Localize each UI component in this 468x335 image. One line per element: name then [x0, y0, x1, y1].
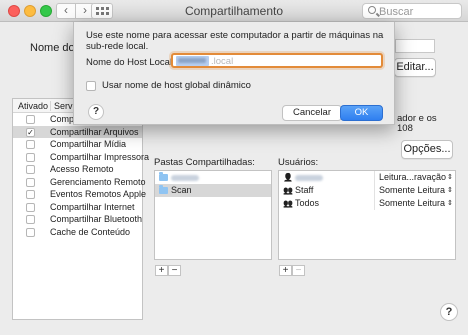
sheet-description: Use este nome para acessar este computad… [86, 30, 384, 52]
folder-icon [159, 172, 168, 181]
column-divider [374, 197, 375, 210]
shared-folders-list[interactable]: Scan [154, 170, 272, 260]
enabled-column-header[interactable]: Ativado [18, 101, 48, 111]
service-row[interactable]: Compartilhar Impressora [13, 151, 149, 164]
options-button[interactable]: Opções... [401, 140, 453, 159]
service-row[interactable]: Eventos Remotos Apple [13, 188, 146, 201]
service-checkbox[interactable] [26, 165, 35, 174]
cancel-button[interactable]: Cancelar [282, 105, 342, 121]
user-label: Staff [295, 185, 314, 195]
add-user-button[interactable]: + [279, 265, 292, 276]
service-label: Compartilhar Bluetooth [50, 214, 143, 224]
user-row[interactable]: 👤 Leitura...ravação ⇕ [279, 171, 455, 184]
service-checkbox[interactable] [26, 140, 35, 149]
search-placeholder: Buscar [379, 6, 414, 18]
service-row[interactable]: Acesso Remoto [13, 163, 142, 176]
permission-popup[interactable]: Somente Leitura ⇕ [379, 184, 453, 197]
person-icon: 👤 [283, 173, 293, 182]
service-checkbox[interactable] [26, 152, 35, 162]
global-hostname-label[interactable]: Usar nome de host global dinâmico [102, 80, 251, 91]
hostname-sheet: Use este nome para acessar este computad… [73, 22, 395, 125]
group-icon: 👥 [283, 186, 293, 195]
redacted-text [295, 174, 323, 181]
service-checkbox[interactable] [26, 215, 35, 224]
user-row[interactable]: 👥 Staff Somente Leitura ⇕ [279, 184, 455, 197]
service-checkbox[interactable] [26, 115, 35, 124]
folder-row[interactable]: Scan [155, 184, 271, 197]
service-label: Compartilhar Impressora [50, 151, 150, 162]
updown-chevron-icon: ⇕ [447, 174, 453, 181]
search-icon [368, 6, 376, 14]
permission-label: Somente Leitura [379, 185, 446, 195]
service-label: Gerenciamento Remoto [50, 176, 146, 187]
service-label: Compartilhar Mídia [50, 139, 127, 149]
services-list[interactable]: Ativado Serviço Compartilhar Tela✓Compar… [12, 98, 149, 320]
folder-label [171, 171, 199, 184]
remove-user-button[interactable]: − [292, 265, 305, 276]
global-hostname-checkbox[interactable] [86, 81, 96, 91]
service-checkbox[interactable] [26, 190, 35, 199]
title-bar: ‹ › Compartilhamento Buscar [0, 0, 468, 22]
computer-name-field[interactable] [395, 39, 435, 53]
folder-row[interactable] [155, 171, 271, 184]
service-row[interactable]: Cache de Conteúdo [13, 226, 142, 239]
service-checkbox[interactable] [26, 202, 35, 212]
redacted-text [171, 174, 199, 181]
service-row[interactable]: Compartilhar Bluetooth [13, 213, 142, 226]
services-rows: Compartilhar Tela✓Compartilhar ArquivosC… [13, 113, 149, 239]
help-button[interactable]: ? [440, 303, 458, 321]
folder-label: Scan [171, 185, 192, 195]
service-row[interactable]: Compartilhar Internet [13, 201, 142, 214]
service-row[interactable]: ✓ Compartilhar Arquivos [13, 125, 142, 138]
user-label [295, 171, 323, 184]
column-divider [374, 184, 375, 197]
permission-label: Somente Leitura [379, 198, 446, 208]
service-label: Compartilhar Arquivos [50, 126, 139, 137]
folder-icon [159, 185, 168, 194]
hostname-input[interactable]: .local [171, 53, 383, 68]
hostname-suffix: .local [211, 56, 234, 67]
service-checkbox[interactable]: ✓ [26, 127, 35, 137]
shared-folders-rows: Scan [155, 171, 271, 197]
permission-popup[interactable]: Somente Leitura ⇕ [379, 197, 453, 210]
remove-folder-button[interactable]: − [168, 265, 181, 276]
service-checkbox[interactable] [26, 227, 35, 237]
service-row[interactable]: Gerenciamento Remoto [13, 176, 146, 189]
status-text-line2: 108 [397, 123, 413, 134]
group-icon: 👥 [283, 199, 293, 208]
shared-folders-label: Pastas Compartilhadas: [154, 157, 255, 168]
permission-label: Leitura...ravação [379, 172, 447, 182]
user-row[interactable]: 👥 Todos Somente Leitura ⇕ [279, 197, 455, 210]
user-label: Todos [295, 198, 320, 208]
add-folder-button[interactable]: + [155, 265, 168, 276]
users-rows: 👤 Leitura...ravação ⇕ 👥 Staff Somente Leitura… [279, 171, 455, 210]
service-label: Eventos Remotos Apple [50, 189, 147, 199]
updown-chevron-icon: ⇕ [447, 200, 453, 207]
updown-chevron-icon: ⇕ [447, 187, 453, 194]
hostname-label: Nome do Host Local: [86, 57, 175, 68]
checkmark-icon: ✓ [27, 127, 34, 137]
users-label: Usuários: [278, 157, 319, 168]
users-list[interactable]: 👤 Leitura...ravação ⇕ 👥 Staff Somente Leitura… [278, 170, 456, 260]
search-field[interactable]: Buscar [362, 3, 462, 19]
permission-popup[interactable]: Leitura...ravação ⇕ [379, 171, 453, 184]
service-label: Acesso Remoto [50, 164, 114, 174]
edit-button[interactable]: Editar... [394, 58, 436, 77]
service-checkbox[interactable] [26, 177, 35, 187]
service-label: Cache de Conteúdo [50, 226, 131, 237]
column-divider [374, 171, 375, 184]
sheet-help-button[interactable]: ? [88, 104, 104, 120]
ok-button[interactable]: OK [340, 105, 383, 121]
service-row[interactable]: Compartilhar Mídia [13, 138, 142, 151]
service-label: Compartilhar Internet [50, 201, 135, 212]
hostname-redacted-text [178, 58, 206, 63]
